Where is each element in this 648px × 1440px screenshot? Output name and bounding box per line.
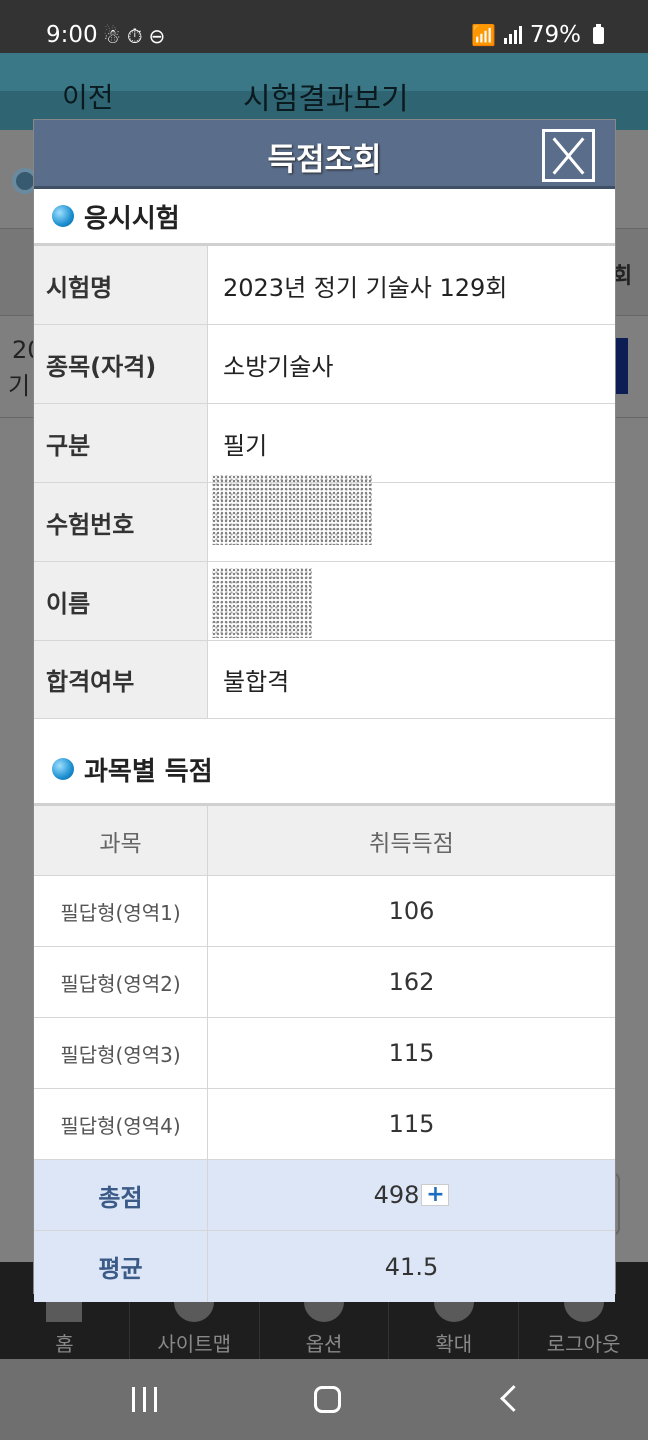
name-value-redacted xyxy=(208,562,615,640)
total-label: 총점 xyxy=(34,1160,208,1230)
total-value-cell: 498 + xyxy=(208,1160,615,1230)
header-subject: 과목 xyxy=(34,806,208,875)
wifi-icon: 📶 xyxy=(470,23,496,47)
bullet-icon xyxy=(52,205,74,227)
section-score-heading: 과목별 득점 xyxy=(34,719,615,803)
score-modal: 득점조회 응시시험 시험명 2023년 정기 기술사 129회 종목(자격) 소… xyxy=(33,119,616,1302)
total-row: 총점 498 + xyxy=(34,1160,615,1231)
info-row-exam-name: 시험명 2023년 정기 기술사 129회 xyxy=(34,246,615,325)
table-row: 필답형(영역3) 115 xyxy=(34,1018,615,1089)
back-nav-icon[interactable] xyxy=(500,1385,527,1412)
tab-label: 로그아웃 xyxy=(546,1332,621,1356)
tab-label: 사이트맵 xyxy=(157,1332,231,1356)
score-cell: 106 xyxy=(388,897,435,925)
exam-number-value-redacted xyxy=(208,475,615,561)
redaction-noise xyxy=(212,475,372,545)
average-row: 평균 41.5 xyxy=(34,1231,615,1302)
tab-label: 옵션 xyxy=(305,1332,343,1356)
info-row-exam-number: 수험번호 xyxy=(34,475,615,562)
exam-name-value: 2023년 정기 기술사 129회 xyxy=(223,273,508,302)
average-label: 평균 xyxy=(34,1231,208,1302)
score-cell: 115 xyxy=(388,1039,435,1067)
subject-cell: 필답형(영역1) xyxy=(34,876,208,946)
name-label: 이름 xyxy=(34,562,208,640)
table-row: 필답형(영역2) 162 xyxy=(34,947,615,1018)
result-label: 합격여부 xyxy=(34,641,208,718)
background-page-title: 시험결과보기 xyxy=(243,82,409,117)
info-row-category: 종목(자격) 소방기술사 xyxy=(34,325,615,404)
score-cell: 162 xyxy=(388,968,435,996)
expand-plus-icon[interactable]: + xyxy=(421,1184,450,1206)
exam-name-label: 시험명 xyxy=(34,246,208,324)
subject-cell: 필답형(영역4) xyxy=(34,1089,208,1159)
info-row-name: 이름 xyxy=(34,562,615,641)
modal-title: 득점조회 xyxy=(267,142,382,178)
average-value: 41.5 xyxy=(384,1252,439,1281)
exam-info-table: 시험명 2023년 정기 기술사 129회 종목(자격) 소방기술사 구분 필기… xyxy=(34,243,615,719)
info-row-result: 합격여부 불합격 xyxy=(34,641,615,719)
status-right-icons: 📶 79% xyxy=(471,22,604,48)
system-nav-bar xyxy=(0,1359,648,1440)
battery-icon xyxy=(593,23,604,44)
status-time: 9:00 xyxy=(46,22,98,48)
score-table: 과목 취득득점 필답형(영역1) 106 필답형(영역2) 162 필답형(영역… xyxy=(34,803,615,1302)
status-left-icons: ☃⏱⊖ xyxy=(103,24,171,48)
home-nav-icon[interactable] xyxy=(314,1386,341,1413)
do-not-disturb-icon: ⊖ xyxy=(148,24,172,48)
subject-cell: 필답형(영역2) xyxy=(34,947,208,1017)
table-row: 필답형(영역4) 115 xyxy=(34,1089,615,1160)
total-value: 498 xyxy=(373,1181,420,1209)
subject-cell: 필답형(영역3) xyxy=(34,1018,208,1088)
redaction-noise xyxy=(212,568,312,638)
table-row: 필답형(영역1) 106 xyxy=(34,876,615,947)
status-bar: 9:00 ☃⏱⊖ 📶 79% xyxy=(0,0,648,53)
tab-label: 홈 xyxy=(55,1332,74,1356)
signal-icon xyxy=(503,26,522,44)
header-score: 취득득점 xyxy=(208,806,615,875)
battery-percent: 79% xyxy=(529,22,581,48)
recent-apps-icon[interactable] xyxy=(132,1387,157,1412)
type-label: 구분 xyxy=(34,404,208,482)
section-exam-title: 응시시험 xyxy=(84,203,180,234)
modal-header: 득점조회 xyxy=(34,120,615,189)
result-value: 불합격 xyxy=(223,668,290,696)
exam-number-label: 수험번호 xyxy=(34,483,208,561)
background-row-text-2: 기 xyxy=(8,372,31,400)
close-icon[interactable] xyxy=(542,129,595,182)
type-value: 필기 xyxy=(223,431,268,460)
category-label: 종목(자격) xyxy=(34,325,208,403)
back-button[interactable]: 이전 xyxy=(62,76,114,116)
timer-icon: ⏱ xyxy=(126,24,149,48)
score-cell: 115 xyxy=(388,1110,435,1138)
tab-label: 확대 xyxy=(435,1332,473,1356)
category-value: 소방기술사 xyxy=(223,352,334,381)
score-table-header: 과목 취득득점 xyxy=(34,806,615,876)
section-score-title: 과목별 득점 xyxy=(84,756,213,787)
bullet-icon xyxy=(52,758,74,780)
info-row-type: 구분 필기 xyxy=(34,404,615,483)
section-exam-heading: 응시시험 xyxy=(34,189,615,243)
notification-icon: ☃ xyxy=(103,24,127,48)
